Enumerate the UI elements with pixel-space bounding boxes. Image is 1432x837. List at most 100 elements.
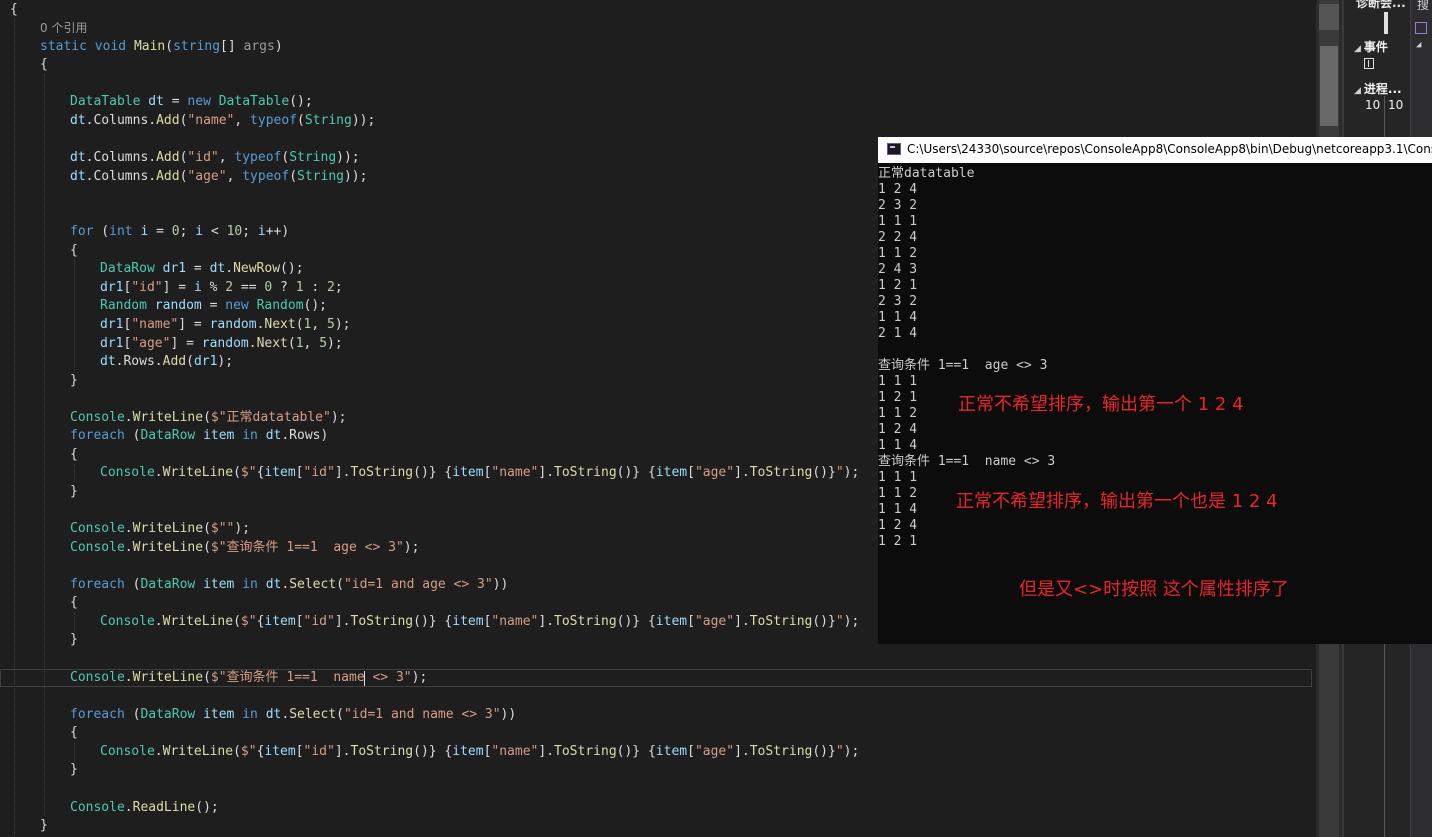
code-token: ()} (812, 744, 836, 759)
code-token: ( (203, 410, 211, 425)
process-value: 10 (1388, 98, 1404, 112)
panel-icon[interactable] (1415, 22, 1427, 34)
code-token: , (234, 113, 251, 128)
code-line[interactable]: Console.WriteLine($"正常datatable"); (70, 408, 346, 427)
console-titlebar[interactable]: C:\Users\24330\source\repos\ConsoleApp8\… (878, 137, 1432, 163)
code-token: Add (156, 150, 180, 165)
code-token: )) (500, 707, 517, 722)
code-token: ); (330, 410, 347, 425)
code-line[interactable]: { (70, 723, 78, 742)
code-line[interactable]: Console.WriteLine($""); (70, 519, 250, 538)
code-line[interactable]: foreach (DataRow item in dt.Select("id=1… (70, 705, 516, 724)
code-line[interactable]: { (70, 445, 78, 464)
console-row: 1 2 4 (878, 422, 918, 437)
console-row: 1 1 4 (878, 310, 918, 325)
code-line[interactable]: dt.Columns.Add("age", typeof(String)); (70, 167, 367, 186)
code-token: dt (265, 707, 282, 722)
code-token: DataTable (218, 94, 290, 109)
search-tab-label[interactable]: 搜 (1417, 0, 1429, 13)
code-line[interactable]: Console.WriteLine($"{item["id"].ToString… (100, 612, 859, 631)
code-line[interactable]: dr1["age"] = random.Next(1, 5); (100, 334, 343, 353)
code-token: ToString (554, 614, 617, 629)
code-line[interactable]: Console.ReadLine(); (70, 798, 219, 817)
events-label: 事件 (1363, 40, 1388, 54)
code-line[interactable]: Random random = new Random(); (100, 296, 327, 315)
process-section[interactable]: ◢ 进程... (1354, 80, 1402, 97)
code-token: new (187, 94, 211, 109)
code-line[interactable]: { (10, 0, 18, 19)
pause-icon[interactable] (1364, 58, 1374, 69)
code-line[interactable]: } (40, 816, 48, 835)
code-token: )) (492, 577, 509, 592)
code-token: [ (687, 465, 695, 480)
code-token: ); (334, 317, 351, 332)
code-line[interactable]: { (40, 55, 48, 74)
code-line[interactable]: } (70, 630, 78, 649)
code-token: DataRow (140, 577, 196, 592)
code-token: ( (297, 113, 305, 128)
code-line[interactable]: } (70, 482, 78, 501)
code-token: WriteLine (162, 744, 234, 759)
code-token: $"查询条件 1==1 name <> 3" (210, 670, 412, 685)
collapse-triangle-icon[interactable]: ◢ (1354, 44, 1361, 54)
code-token: ); (843, 614, 860, 629)
code-line[interactable]: for (int i = 0; i < 10; i++) (70, 222, 289, 241)
code-token: { (40, 57, 48, 72)
code-token: item (655, 614, 688, 629)
code-token: Console (100, 744, 155, 759)
code-token: ++) (265, 224, 290, 239)
code-line[interactable]: } (70, 760, 78, 779)
code-token: dt (100, 354, 116, 369)
code-token: Next (264, 317, 296, 332)
code-line[interactable]: } (70, 371, 78, 390)
code-line[interactable]: Console.WriteLine($"查询条件 1==1 age <> 3")… (70, 538, 419, 557)
code-token: . (124, 521, 133, 536)
console-app-icon (887, 143, 901, 155)
code-token: 2 (327, 280, 335, 295)
text-caret (364, 671, 365, 686)
code-line[interactable]: dt.Columns.Add("id", typeof(String)); (70, 148, 360, 167)
code-token: "id=1 and name <> 3" (343, 707, 501, 722)
code-token: item (203, 707, 235, 722)
code-token: typeof (242, 169, 290, 184)
code-line[interactable]: DataTable dt = new DataTable(); (70, 92, 313, 111)
diagnostic-panel-title[interactable]: 诊断会... (1356, 0, 1406, 11)
code-line[interactable]: foreach (DataRow item in dt.Rows) (70, 426, 328, 445)
console-row: 2 1 4 (878, 326, 918, 341)
code-line[interactable]: static void Main(string[] args) (40, 37, 283, 56)
code-token: . (124, 800, 133, 815)
code-line[interactable]: dt.Columns.Add("name", typeof(String)); (70, 111, 375, 130)
code-token: "id" (303, 744, 335, 759)
annotation-note: 正常不希望排序，输出第一个 1 2 4 (958, 394, 1244, 415)
code-token: } (70, 632, 78, 647)
code-token: ToString (554, 465, 617, 480)
code-line[interactable]: Console.WriteLine($"{item["id"].ToString… (100, 463, 859, 482)
code-line[interactable]: dr1["name"] = random.Next(1, 5); (100, 315, 351, 334)
code-line[interactable]: 0 个引用 (40, 19, 87, 38)
code-token: == (233, 280, 265, 295)
code-token: "name" (491, 614, 539, 629)
code-token: = (186, 261, 210, 276)
code-token: , (226, 169, 243, 184)
code-token: item (264, 465, 296, 480)
code-line[interactable]: DataRow dr1 = dt.NewRow(); (100, 259, 304, 278)
console-row: 2 4 3 (878, 262, 918, 277)
collapse-triangle-icon[interactable]: ◢ (1354, 86, 1361, 96)
code-token: for (70, 224, 94, 239)
events-section[interactable]: ◢ 事件 (1354, 38, 1388, 55)
console-row: 1 1 2 (878, 246, 918, 261)
console-window[interactable]: C:\Users\24330\source\repos\ConsoleApp8\… (878, 137, 1432, 644)
code-token: String (297, 169, 344, 184)
code-line[interactable]: { (70, 593, 78, 612)
code-token: .Rows) (281, 428, 329, 443)
code-token: " (835, 744, 844, 759)
scrollbar-thumb[interactable] (1320, 46, 1338, 126)
code-line[interactable]: dt.Rows.Add(dr1); (100, 352, 233, 371)
collapse-triangle-icon[interactable]: ◢ (1416, 40, 1421, 50)
code-token: } (70, 762, 78, 777)
code-line[interactable]: { (70, 241, 78, 260)
code-line[interactable]: Console.WriteLine($"{item["id"].ToString… (100, 742, 859, 761)
code-line[interactable]: foreach (DataRow item in dt.Select("id=1… (70, 575, 508, 594)
code-line[interactable]: Console.WriteLine($"查询条件 1==1 name <> 3"… (70, 668, 427, 687)
code-line[interactable]: dr1["id"] = i % 2 == 0 ? 1 : 2; (100, 278, 343, 297)
